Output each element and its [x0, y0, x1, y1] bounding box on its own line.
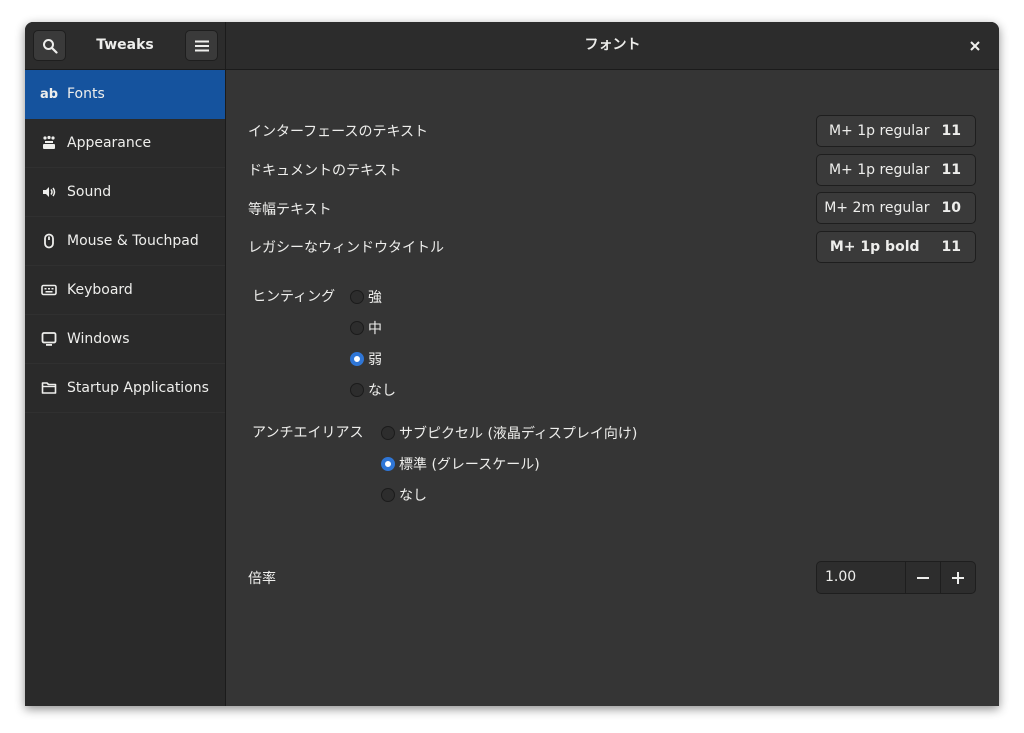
antialiasing-option-none[interactable]: なし	[381, 485, 427, 505]
search-icon	[43, 39, 58, 54]
radio-button-selected[interactable]	[350, 352, 364, 366]
sidebar-item-label: Keyboard	[67, 282, 133, 298]
interface-font-button[interactable]: M+ 1p regular 11	[816, 115, 976, 147]
speaker-icon	[39, 184, 59, 200]
font-name: M+ 2m regular	[824, 200, 930, 216]
antialiasing-option-subpixel[interactable]: サブピクセル (液晶ディスプレイ向け)	[381, 423, 637, 443]
header-left: Tweaks	[25, 22, 226, 69]
folder-icon	[39, 380, 59, 396]
antialiasing-label: アンチエイリアス	[252, 425, 364, 441]
sidebar-item-label: Mouse & Touchpad	[67, 233, 199, 249]
close-button[interactable]	[963, 34, 987, 58]
radio-button-selected[interactable]	[381, 457, 395, 471]
font-name: M+ 1p regular	[828, 162, 930, 178]
scaling-value[interactable]: 1.00	[817, 562, 907, 593]
hamburger-icon	[195, 40, 209, 52]
radio-label: 強	[368, 290, 382, 306]
hinting-option-none[interactable]: なし	[350, 380, 396, 400]
sidebar-item-label: Windows	[67, 331, 130, 347]
titlebar-font-label: レガシーなウィンドウタイトル	[248, 240, 444, 256]
radio-label: 弱	[368, 352, 382, 368]
font-size: 10	[941, 200, 961, 216]
font-size: 11	[941, 162, 961, 178]
radio-button[interactable]	[350, 383, 364, 397]
monospace-font-button[interactable]: M+ 2m regular 10	[816, 192, 976, 224]
app-title: Tweaks	[96, 37, 154, 53]
scaling-label: 倍率	[248, 571, 276, 587]
hinting-option-slight[interactable]: 弱	[350, 349, 382, 369]
radio-button[interactable]	[381, 426, 395, 440]
plus-icon	[952, 571, 965, 584]
sidebar-item-appearance[interactable]: Appearance	[25, 119, 225, 168]
close-icon	[970, 41, 980, 51]
sidebar-item-startup-applications[interactable]: Startup Applications	[25, 364, 225, 413]
radio-button[interactable]	[350, 290, 364, 304]
sidebar-item-label: Appearance	[67, 135, 152, 151]
sidebar-item-sound[interactable]: Sound	[25, 168, 225, 217]
sidebar-item-label: Fonts	[67, 86, 105, 102]
hinting-label: ヒンティング	[252, 289, 336, 305]
font-name: M+ 1p bold	[829, 239, 920, 255]
font-size: 11	[941, 239, 961, 255]
font-size: 11	[941, 123, 961, 139]
radio-button[interactable]	[381, 488, 395, 502]
hinting-option-full[interactable]: 強	[350, 287, 382, 307]
search-button[interactable]	[33, 30, 66, 61]
radio-label: サブピクセル (液晶ディスプレイ向け)	[399, 426, 638, 442]
decrease-button[interactable]	[906, 562, 940, 593]
scaling-spinbutton: 1.00	[816, 561, 976, 594]
fonts-icon: ab	[39, 86, 59, 102]
radio-label: なし	[399, 488, 427, 504]
menu-button[interactable]	[185, 30, 218, 61]
sidebar-item-fonts[interactable]: ab Fonts	[25, 70, 225, 119]
keyboard-icon	[39, 282, 59, 298]
font-name: M+ 1p regular	[828, 123, 930, 139]
monitor-icon	[39, 331, 59, 347]
sidebar-item-label: Sound	[67, 184, 112, 200]
increase-button[interactable]	[940, 562, 975, 593]
radio-label: 中	[368, 321, 382, 337]
radio-button[interactable]	[350, 321, 364, 335]
sidebar: ab Fonts Appearance Sound Mouse & Touchp…	[25, 70, 226, 706]
header-bar: Tweaks フォント	[25, 22, 999, 70]
tweaks-window: Tweaks フォント ab Fonts Appearance Sound Mo…	[25, 22, 999, 706]
sidebar-item-windows[interactable]: Windows	[25, 315, 225, 364]
antialiasing-option-grayscale[interactable]: 標準 (グレースケール)	[381, 454, 540, 474]
monospace-text-label: 等幅テキスト	[248, 202, 332, 218]
hinting-option-medium[interactable]: 中	[350, 318, 382, 338]
sidebar-item-mouse-touchpad[interactable]: Mouse & Touchpad	[25, 217, 225, 266]
sidebar-item-keyboard[interactable]: Keyboard	[25, 266, 225, 315]
radio-label: 標準 (グレースケール)	[399, 457, 540, 473]
appearance-icon	[39, 135, 59, 151]
mouse-icon	[39, 233, 59, 249]
interface-text-label: インターフェースのテキスト	[248, 124, 429, 140]
titlebar-font-button[interactable]: M+ 1p bold 11	[816, 231, 976, 263]
document-text-label: ドキュメントのテキスト	[248, 163, 402, 179]
minus-icon	[917, 576, 930, 579]
page-title: フォント	[584, 37, 641, 53]
radio-label: なし	[368, 383, 396, 399]
fonts-panel: インターフェースのテキスト M+ 1p regular 11 ドキュメントのテキ…	[226, 70, 999, 706]
document-font-button[interactable]: M+ 1p regular 11	[816, 154, 976, 186]
sidebar-item-label: Startup Applications	[67, 380, 209, 396]
